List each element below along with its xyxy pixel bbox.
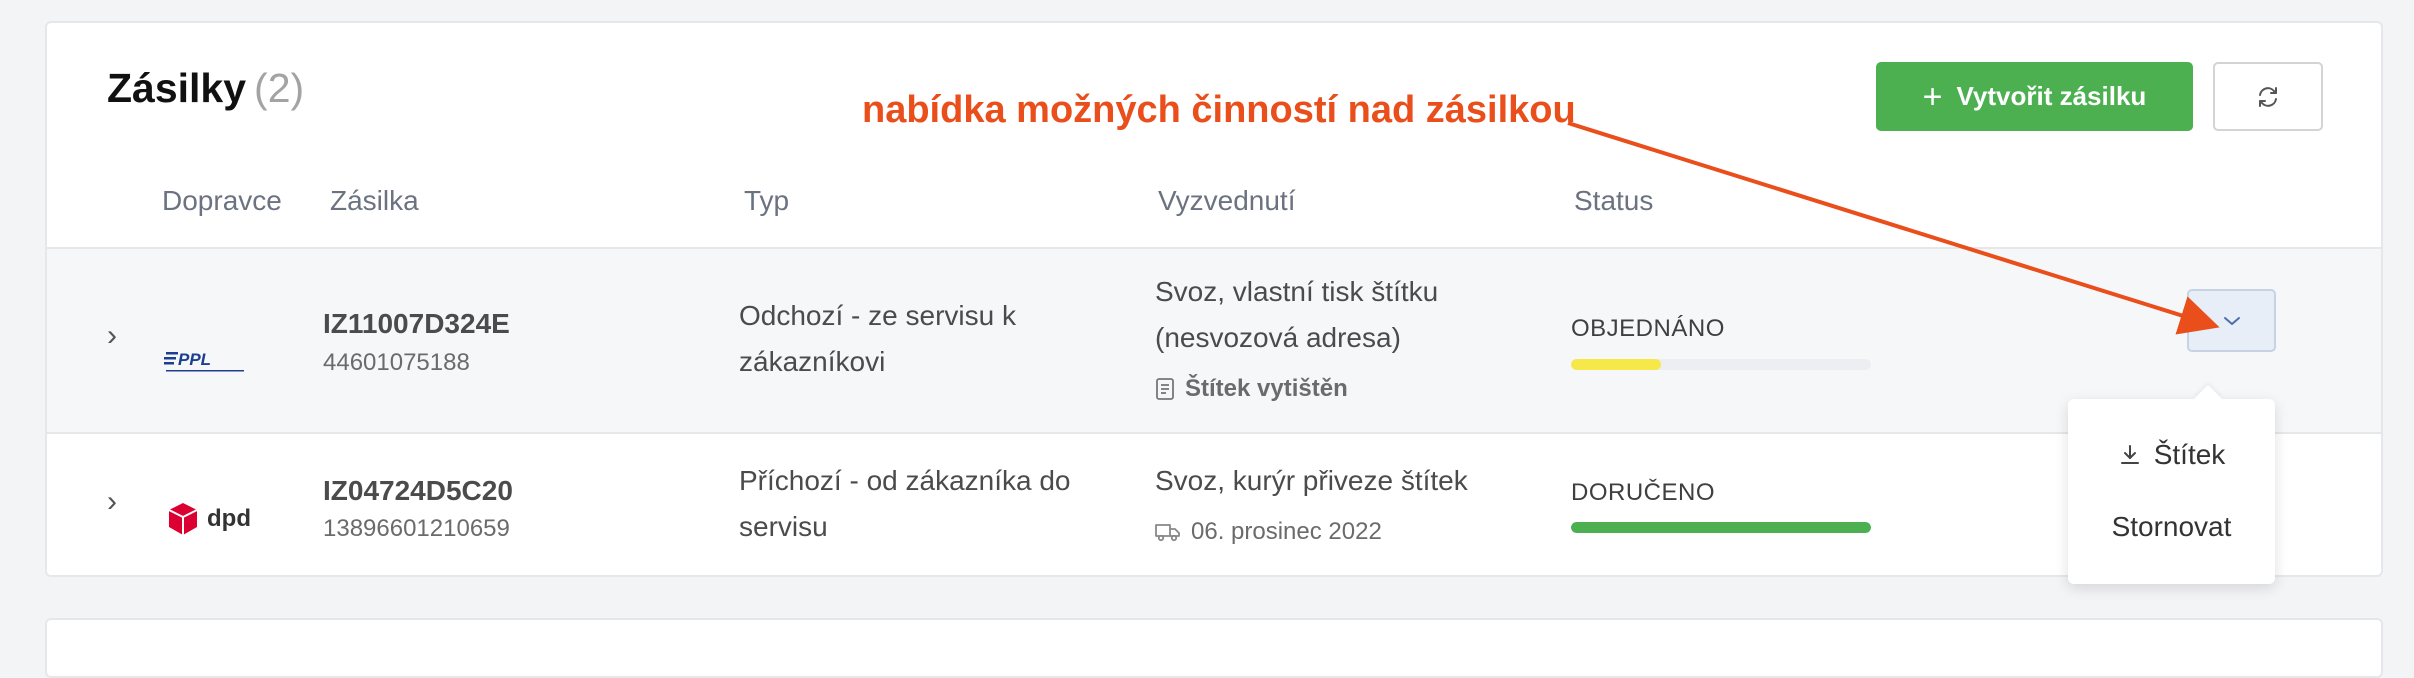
column-header-pickup: Vyzvednutí — [1158, 185, 1296, 216]
column-header-type: Typ — [744, 185, 790, 216]
status-progress-fill — [1571, 522, 1871, 533]
shipment-type: Příchozí - od zákazníka do servisu — [739, 458, 1071, 550]
svg-text:PPL: PPL — [178, 350, 211, 369]
table-row[interactable]: › dpd IZ04724D5C20 13896601210659 Přícho… — [47, 436, 2381, 575]
chevron-down-icon — [2223, 316, 2240, 325]
truck-icon — [1155, 524, 1180, 542]
table-row[interactable]: › PPL IZ11007D324E 44601075188 Odchozí -… — [47, 247, 2381, 434]
shipment-code: IZ11007D324E — [323, 308, 510, 339]
plus-icon: + — [1922, 77, 1943, 116]
status-progress-fill — [1571, 359, 1661, 370]
shipment-type-line1: Příchozí - od zákazníka do — [739, 465, 1071, 496]
menu-item-label-download[interactable]: Štítek — [2068, 439, 2275, 471]
status-progress-bar — [1571, 359, 1871, 370]
status-badge: DORUČENO — [1571, 479, 1716, 506]
shipment-count: (2) — [254, 65, 305, 111]
next-card — [45, 618, 2383, 678]
status-badge: OBJEDNÁNO — [1571, 315, 1725, 342]
page-title: Zásilky (2) — [107, 65, 304, 112]
shipment-code: IZ04724D5C20 — [323, 475, 513, 506]
create-shipment-button[interactable]: + Vytvořit zásilku — [1876, 62, 2193, 131]
pickup-line2: (nesvozová adresa) — [1155, 322, 1401, 353]
column-header-status: Status — [1574, 185, 1654, 216]
shipments-card: Zásilky (2) nabídka možných činností nad … — [45, 21, 2383, 577]
label-printed-text: Štítek vytištěn — [1185, 375, 1348, 402]
shipment-number: 13896601210659 — [323, 515, 510, 542]
column-header-carrier: Dopravce — [162, 185, 282, 216]
expand-chevron-icon[interactable]: › — [107, 485, 117, 519]
refresh-icon — [2259, 86, 2277, 107]
actions-dropdown-menu: Štítek Stornovat — [2068, 384, 2275, 584]
column-header-shipment: Zásilka — [330, 185, 419, 216]
document-icon — [1156, 378, 1174, 400]
ppl-logo: PPL — [162, 349, 254, 380]
shipment-type-line2: servisu — [739, 511, 828, 542]
shipment-type: Odchozí - ze servisu k zákazníkovi — [739, 293, 1016, 385]
dpd-logo: dpd — [167, 502, 251, 536]
pickup-line1: Svoz, kurýr přiveze štítek — [1155, 465, 1468, 496]
status-progress-bar — [1571, 522, 1871, 533]
shipment-number: 44601075188 — [323, 349, 470, 376]
page-title-text: Zásilky — [107, 65, 247, 111]
menu-item-cancel[interactable]: Stornovat — [2068, 511, 2275, 543]
expand-chevron-icon[interactable]: › — [107, 319, 117, 353]
pickup-method: Svoz, kurýr přiveze štítek — [1155, 458, 1468, 504]
download-icon — [2120, 445, 2139, 464]
shipment-type-line2: zákazníkovi — [739, 346, 886, 377]
pickup-date-info: 06. prosinec 2022 — [1155, 518, 1382, 546]
menu-item-label-text: Štítek — [2153, 439, 2226, 470]
annotation-text: nabídka možných činností nad zásilkou — [862, 89, 1576, 131]
pickup-method: Svoz, vlastní tisk štítku (nesvozová adr… — [1155, 269, 1438, 361]
dpd-logo-text: dpd — [207, 505, 251, 532]
refresh-button[interactable] — [2213, 62, 2323, 131]
shipment-type-line1: Odchozí - ze servisu k — [739, 300, 1016, 331]
create-shipment-label: Vytvořit zásilku — [1956, 81, 2147, 111]
pickup-line1: Svoz, vlastní tisk štítku — [1155, 276, 1439, 307]
pickup-date-text: 06. prosinec 2022 — [1191, 518, 1382, 545]
actions-dropdown-button[interactable] — [2187, 289, 2276, 352]
label-printed-info: Štítek vytištěn — [1155, 375, 1348, 403]
